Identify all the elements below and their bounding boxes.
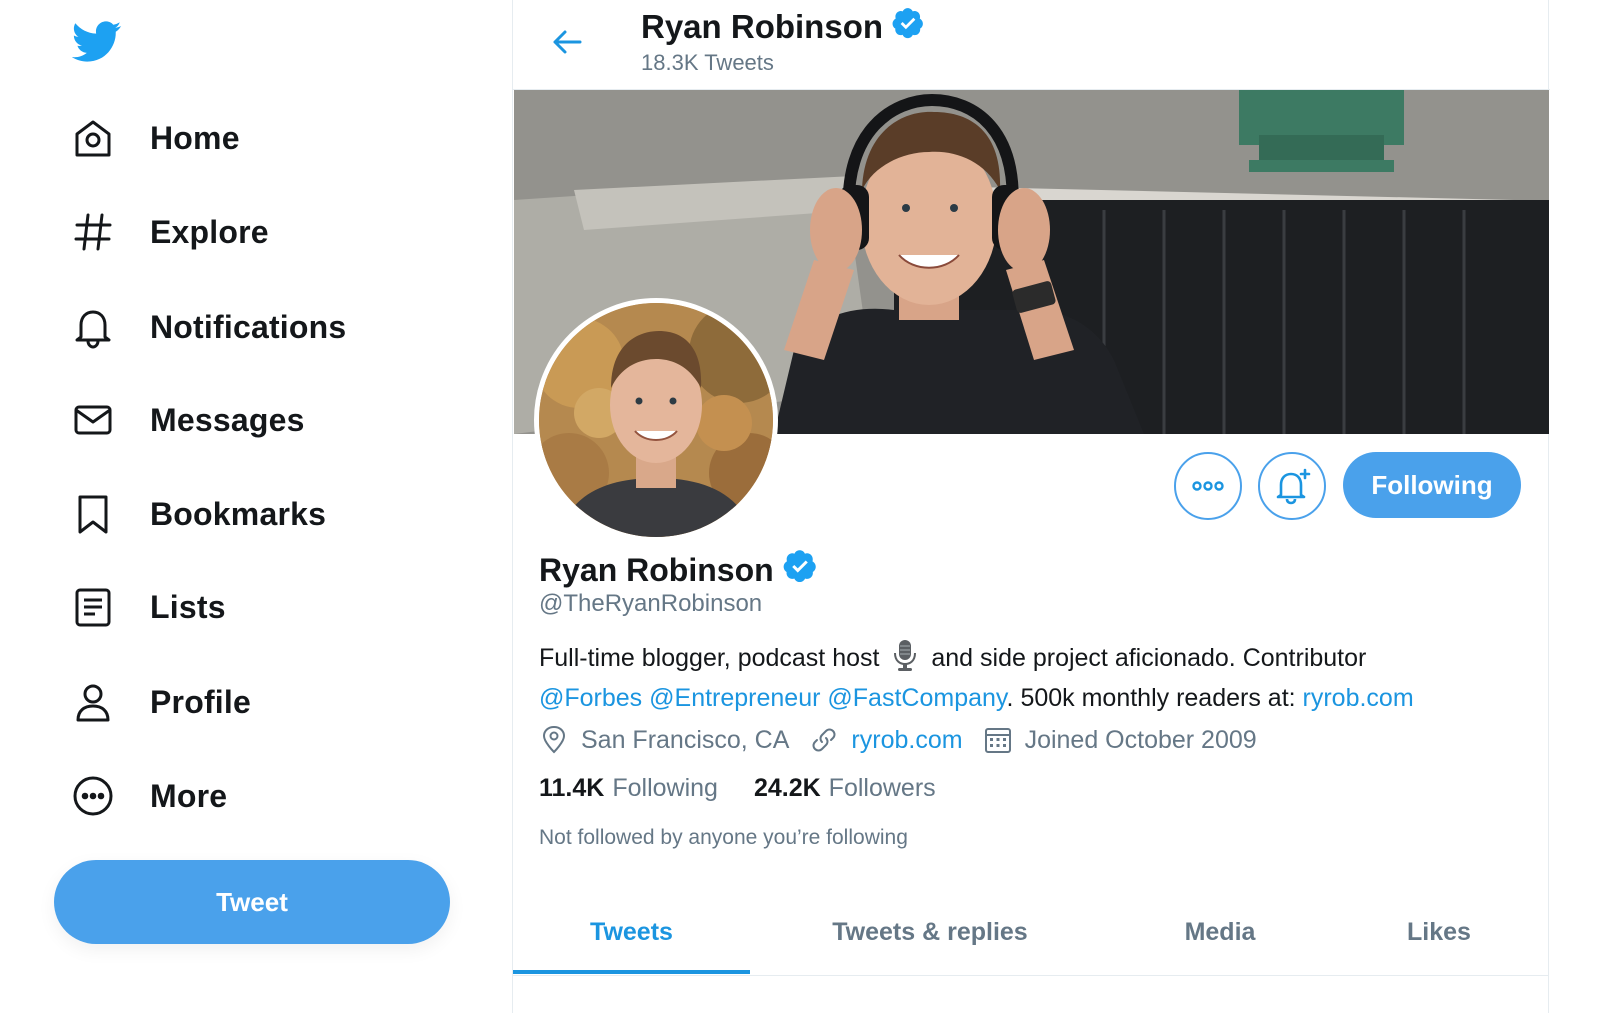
nav-label: Bookmarks xyxy=(150,495,327,532)
nav-item-explore[interactable]: Explore xyxy=(70,202,269,262)
calendar-icon xyxy=(984,728,1011,753)
mention-link[interactable]: @FastCompany xyxy=(827,684,1006,712)
nav-item-bookmarks[interactable]: Bookmarks xyxy=(70,484,326,544)
active-tab-indicator xyxy=(513,970,750,974)
location-item: San Francisco, CA xyxy=(539,725,789,755)
more-circle-icon xyxy=(70,773,116,819)
header-name-text: Ryan Robinson xyxy=(641,8,884,45)
more-options-button[interactable] xyxy=(1174,452,1242,520)
website-item: ryrob.com xyxy=(809,725,963,755)
tab-media[interactable]: Media xyxy=(1110,888,1330,976)
nav-item-lists[interactable]: Lists xyxy=(70,577,226,637)
nav-label: Notifications xyxy=(150,308,347,345)
hashtag-icon xyxy=(70,209,116,255)
follow-counts: 11.4K Following 24.2K Followers xyxy=(539,774,972,803)
tab-tweets[interactable]: Tweets xyxy=(513,888,750,976)
following-count: 11.4K xyxy=(539,774,605,802)
home-icon xyxy=(70,115,116,161)
back-button[interactable] xyxy=(543,18,591,66)
bio-text: and side project aficionado. Contributor xyxy=(931,644,1367,672)
nav-item-messages[interactable]: Messages xyxy=(70,390,305,450)
followed-by-text: Not followed by anyone you’re following xyxy=(539,826,908,849)
nav-item-notifications[interactable]: Notifications xyxy=(70,297,346,357)
following-button[interactable]: Following xyxy=(1343,452,1521,518)
followers-label: Followers xyxy=(828,774,936,802)
bell-plus-icon xyxy=(1276,468,1311,505)
nav-item-home[interactable]: Home xyxy=(70,108,240,168)
nav-label: Profile xyxy=(150,683,251,720)
nav-item-profile[interactable]: Profile xyxy=(70,672,251,732)
profile-bio: Full-time blogger, podcast host and side… xyxy=(539,638,1499,715)
profile-name-text: Ryan Robinson xyxy=(539,551,774,588)
profile-handle: @TheRyanRobinson xyxy=(539,590,763,617)
back-arrow-icon xyxy=(553,30,582,54)
list-icon xyxy=(70,584,116,630)
mention-link[interactable]: @Entrepreneur xyxy=(649,684,820,712)
verified-badge-icon xyxy=(782,548,818,592)
nav-label: More xyxy=(150,777,228,814)
location-text: San Francisco, CA xyxy=(581,725,790,754)
bell-icon xyxy=(70,304,116,350)
website-link[interactable]: ryrob.com xyxy=(851,726,962,755)
microphone-icon xyxy=(892,638,918,681)
joined-item: Joined October 2009 xyxy=(983,725,1257,755)
tab-tweets-replies[interactable]: Tweets & replies xyxy=(750,888,1110,976)
tweet-count: 18.3K Tweets xyxy=(641,50,774,75)
envelope-icon xyxy=(70,397,116,443)
bio-website-link[interactable]: ryrob.com xyxy=(1303,684,1414,712)
following-label: Following xyxy=(612,774,718,802)
profile-tabs: Tweets Tweets & replies Media Likes xyxy=(513,888,1548,976)
followers-count-link[interactable]: 24.2K Followers xyxy=(754,774,936,803)
mention-link[interactable]: @Forbes xyxy=(539,684,642,712)
bookmark-icon xyxy=(70,491,116,537)
following-count-link[interactable]: 11.4K Following xyxy=(539,774,718,803)
profile-avatar[interactable] xyxy=(534,298,778,542)
profile-header: Ryan Robinson 18.3K Tweets xyxy=(513,0,1550,90)
link-icon xyxy=(812,728,836,752)
joined-text: Joined October 2009 xyxy=(1024,725,1257,754)
nav-label: Messages xyxy=(150,401,305,438)
bio-text: . 500k monthly readers at: xyxy=(1006,684,1303,712)
nav-label: Home xyxy=(150,119,240,156)
person-icon xyxy=(70,679,116,725)
profile-meta: San Francisco, CA ryrob.com Joined Octob… xyxy=(539,722,1277,758)
sidebar-nav: Home Explore Notifications Messages Book… xyxy=(0,0,512,1013)
tab-likes[interactable]: Likes xyxy=(1330,888,1548,976)
location-pin-icon xyxy=(542,725,566,754)
header-title: Ryan Robinson xyxy=(641,6,925,48)
twitter-logo-icon[interactable] xyxy=(71,20,122,64)
profile-name: Ryan Robinson xyxy=(539,548,818,592)
notifications-toggle-button[interactable] xyxy=(1258,452,1326,520)
nav-item-more[interactable]: More xyxy=(70,766,227,826)
bio-text: Full-time blogger, podcast host xyxy=(539,644,880,672)
nav-label: Explore xyxy=(150,213,269,250)
more-dots-icon xyxy=(1192,481,1224,491)
verified-badge-icon xyxy=(891,6,925,48)
followers-count: 24.2K xyxy=(753,774,821,802)
tweet-button[interactable]: Tweet xyxy=(54,860,450,944)
nav-label: Lists xyxy=(150,588,226,625)
